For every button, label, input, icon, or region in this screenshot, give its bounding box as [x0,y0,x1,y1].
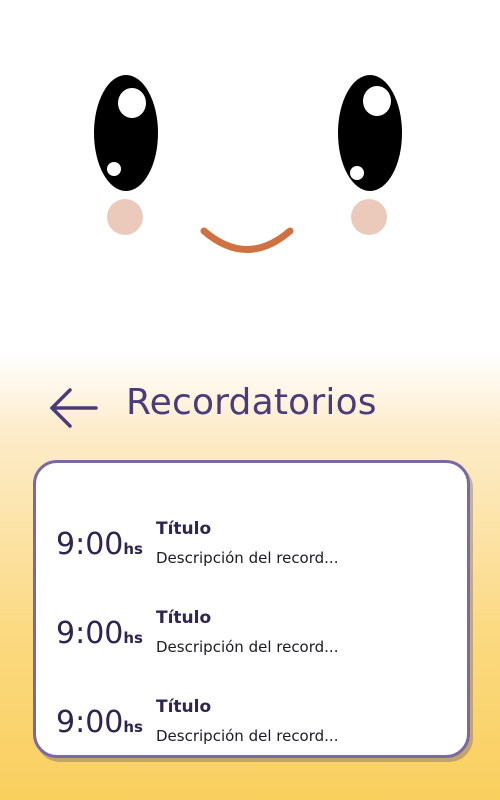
reminder-time-value: 9:00 [56,616,124,651]
back-button[interactable] [46,386,102,430]
reminder-item[interactable]: 9:00hs Título Descripción del record... [36,598,467,678]
mascot-face [0,0,500,340]
reminder-title: Título [156,519,212,539]
page-header: Recordatorios [0,372,500,442]
right-eye [338,75,402,191]
reminder-time-unit: hs [123,718,143,736]
reminder-time-value: 9:00 [56,705,124,740]
reminder-title: Título [156,697,212,717]
reminder-time-value: 9:00 [56,527,124,562]
reminder-item[interactable]: 9:00hs Título Descripción del record... [36,509,467,589]
reminder-time: 9:00hs [56,527,143,562]
reminder-description: Descripción del record... [156,727,339,745]
reminder-item[interactable]: 9:00hs Título Descripción del record... [36,687,467,767]
reminder-title: Título [156,608,212,628]
reminder-description: Descripción del record... [156,549,339,567]
smile-mouth [200,227,294,253]
reminder-description: Descripción del record... [156,638,339,656]
left-eye [94,75,158,191]
reminder-time: 9:00hs [56,705,143,740]
page-title: Recordatorios [126,382,377,423]
reminder-time: 9:00hs [56,616,143,651]
reminder-time-unit: hs [123,629,143,647]
reminder-time-unit: hs [123,540,143,558]
reminders-card: 9:00hs Título Descripción del record... … [33,460,470,758]
left-cheek [107,199,143,235]
mascot-face-illustration [94,75,402,253]
arrow-left-icon [50,388,98,428]
right-cheek [351,199,387,235]
